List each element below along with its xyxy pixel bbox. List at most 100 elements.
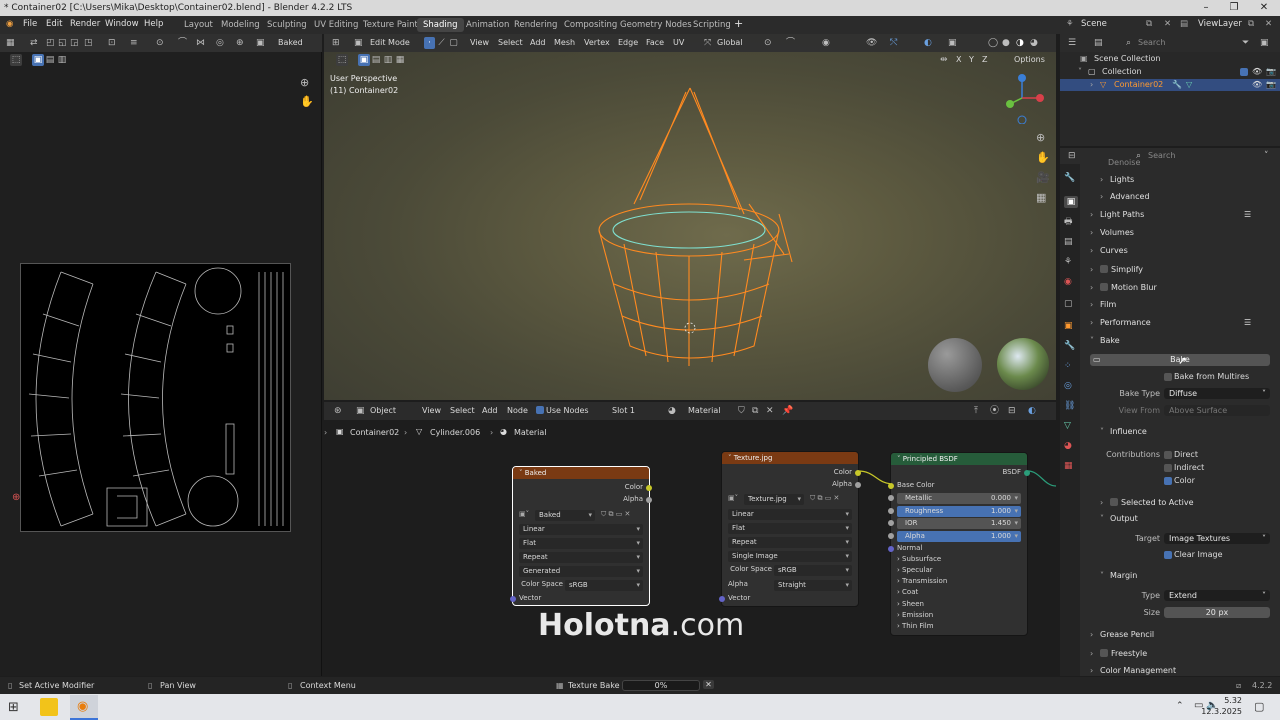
mirror-icon[interactable]: ⇹ xyxy=(940,54,948,66)
filter-icon[interactable]: ⏷ xyxy=(1242,37,1249,49)
projection-dropdown[interactable]: Flat xyxy=(519,538,643,549)
extension-dropdown[interactable]: Repeat xyxy=(519,552,643,563)
source-dropdown[interactable]: Generated xyxy=(519,566,643,577)
scene-selector[interactable]: Scene xyxy=(1081,19,1107,29)
xray-icon[interactable]: ▣ xyxy=(948,37,957,49)
section-curves[interactable]: › Curves xyxy=(1090,246,1128,255)
blender-logo-icon[interactable]: ◉ xyxy=(6,19,13,29)
navigation-gizmo[interactable] xyxy=(1002,72,1048,124)
collection-expand-icon[interactable]: ˅ xyxy=(1078,67,1082,76)
indirect-checkbox[interactable] xyxy=(1164,464,1172,472)
2d-cursor-icon[interactable]: ⊕ xyxy=(12,492,20,504)
material-shading-icon[interactable]: ◑ xyxy=(1016,37,1024,49)
viewport-editor-type-icon[interactable]: ⊞ xyxy=(332,37,340,49)
tray-chevron-icon[interactable]: ⌃ xyxy=(1176,701,1184,711)
menu-window[interactable]: Window xyxy=(105,19,139,29)
clock-time[interactable]: 5.32 xyxy=(1212,696,1242,705)
base-color-socket[interactable] xyxy=(888,483,894,489)
denoise-section-cut[interactable]: Denoise xyxy=(1108,158,1140,167)
add-workspace-icon[interactable]: + xyxy=(734,17,743,30)
section-volumes[interactable]: › Volumes xyxy=(1090,228,1134,237)
vector-input-socket[interactable] xyxy=(510,596,516,602)
axis-y[interactable]: Y xyxy=(969,55,974,64)
mesh-data-icon[interactable]: ▽ xyxy=(1186,80,1192,89)
viewport-menu-vertex[interactable]: Vertex xyxy=(584,38,610,47)
viewport-menu-mesh[interactable]: Mesh xyxy=(554,38,575,47)
file-explorer-icon[interactable] xyxy=(40,698,58,716)
light-paths-presets-icon[interactable]: ☰ xyxy=(1244,210,1251,219)
editor-type-icon[interactable]: ▦ xyxy=(6,37,15,49)
alpha-socket[interactable] xyxy=(888,533,894,539)
section-bake[interactable]: ˅ Bake xyxy=(1090,336,1120,345)
section-advanced[interactable]: › Advanced xyxy=(1100,192,1150,201)
axis-z[interactable]: Z xyxy=(982,55,987,64)
snap-icon[interactable]: ⌒ xyxy=(178,37,187,49)
image-selector[interactable]: ▣˅ Texture.jpg ⛉ ⧉ ▭ ✕ xyxy=(728,494,852,505)
face-select-icon[interactable]: ▢ xyxy=(448,37,459,49)
copy-scene-icon[interactable]: ⧉ xyxy=(1146,19,1152,29)
select-island-icon[interactable]: ◳ xyxy=(84,37,93,49)
viewport-menu-edge[interactable]: Edge xyxy=(618,38,638,47)
remove-view-layer-icon[interactable]: ✕ xyxy=(1265,19,1272,29)
tab-sculpting[interactable]: Sculpting xyxy=(261,18,313,32)
image-name-field[interactable]: Texture.jpg xyxy=(744,494,804,505)
texture-tab-icon[interactable]: ▦ xyxy=(1064,460,1073,472)
normal-socket[interactable] xyxy=(888,546,894,552)
section-light-paths[interactable]: › Light Paths xyxy=(1090,210,1144,219)
tab-scripting[interactable]: Scripting xyxy=(687,18,737,32)
image-name-field[interactable]: Baked xyxy=(535,510,595,521)
close-icon[interactable]: ✕ xyxy=(1250,0,1278,16)
maximize-icon[interactable]: ❐ xyxy=(1220,0,1248,16)
section-simplify[interactable]: › Simplify xyxy=(1090,264,1143,274)
material-tab-icon[interactable]: ◕ xyxy=(1064,440,1072,452)
ior-field[interactable]: IOR 1.450 xyxy=(897,518,1021,529)
panel-emission[interactable]: › Emission xyxy=(897,611,1021,622)
section-influence[interactable]: ˅ Influence xyxy=(1100,427,1147,436)
viewport-menu-view[interactable]: View xyxy=(470,38,489,47)
tab-texture-paint[interactable]: Texture Paint xyxy=(357,18,424,32)
orientation-selector[interactable]: Global xyxy=(717,38,743,47)
projection-dropdown[interactable]: Flat xyxy=(728,523,852,534)
pivot-icon[interactable]: ⊡ xyxy=(108,37,116,49)
image-texture-node-baked[interactable]: ˅ Baked Color Alpha ▣˅ Baked ⛉ ⧉ ▭ ✕ Lin… xyxy=(510,466,652,606)
view-layer-tab-icon[interactable]: ▤ xyxy=(1064,236,1073,248)
section-grease-pencil[interactable]: › Grease Pencil xyxy=(1090,630,1154,639)
alpha-mode-dropdown[interactable]: Straight xyxy=(774,580,852,591)
tab-uv-editing[interactable]: UV Editing xyxy=(308,18,364,32)
cancel-job-icon[interactable]: ✕ xyxy=(703,680,714,689)
windows-start-icon[interactable]: ⊞ xyxy=(8,700,19,715)
zoom-icon[interactable]: ⊕ xyxy=(300,77,309,89)
tab-geometry-nodes[interactable]: Geometry Nodes xyxy=(614,18,698,32)
image-browse-icon[interactable]: ▣˅ xyxy=(519,510,529,518)
section-performance[interactable]: › Performance xyxy=(1090,318,1151,327)
object-visibility-icon[interactable]: 👁 xyxy=(1252,80,1262,89)
margin-type-dropdown[interactable]: Extend ˅ xyxy=(1164,590,1270,601)
vector-input-socket[interactable] xyxy=(719,596,725,602)
outliner[interactable]: ☰ ▤ ⌕ Search ⏷ ▣ ▣ Scene Collection ˅ ▢ … xyxy=(1060,34,1280,146)
interpolation-dropdown[interactable]: Linear xyxy=(519,524,643,535)
collection-include-checkbox[interactable] xyxy=(1240,68,1248,76)
color-space-dropdown[interactable]: sRGB xyxy=(565,580,643,591)
minimize-icon[interactable]: – xyxy=(1192,0,1220,16)
section-selected-to-active[interactable]: › Selected to Active xyxy=(1100,497,1194,507)
image-selector[interactable]: ▣˅ Baked ⛉ ⧉ ▭ ✕ xyxy=(519,510,643,521)
uv-image-canvas[interactable] xyxy=(20,263,291,532)
render-tab-icon[interactable]: ▣ xyxy=(1064,196,1078,208)
data-tab-icon[interactable]: ▽ xyxy=(1064,420,1071,432)
node-header[interactable]: ˅ Texture.jpg xyxy=(722,452,858,464)
select-tool-icon[interactable]: ⬚ xyxy=(10,54,22,66)
image-name[interactable]: Baked xyxy=(278,38,303,47)
tab-layout[interactable]: Layout xyxy=(178,18,219,32)
section-film[interactable]: › Film xyxy=(1090,300,1116,309)
extension-dropdown[interactable]: Repeat xyxy=(728,537,852,548)
viewport-zoom-icon[interactable]: ⊕ xyxy=(1036,132,1045,144)
uv-sync-icon[interactable]: ⇄ xyxy=(30,37,38,49)
viewport-select-tool-icon[interactable]: ⬚ xyxy=(336,54,348,66)
viewport-menu-add[interactable]: Add xyxy=(530,38,546,47)
panel-coat[interactable]: › Coat xyxy=(897,588,1021,599)
mode-selector[interactable]: Edit Mode xyxy=(370,38,410,47)
menu-help[interactable]: Help xyxy=(144,19,163,29)
performance-presets-icon[interactable]: ☰ xyxy=(1244,318,1251,327)
output-color-socket[interactable] xyxy=(855,470,861,476)
constraints-tab-icon[interactable]: ⛓ xyxy=(1064,400,1075,412)
